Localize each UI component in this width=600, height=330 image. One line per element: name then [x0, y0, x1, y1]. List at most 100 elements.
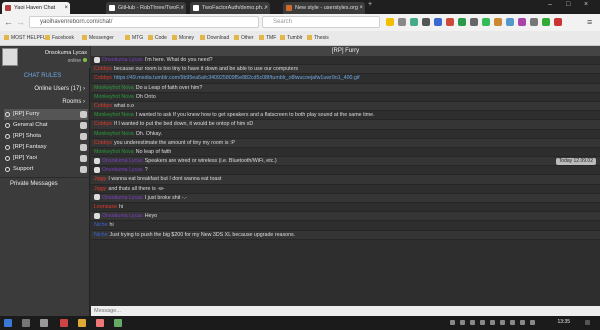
- bookmark-item[interactable]: Other: [234, 35, 254, 42]
- tab-github[interactable]: GitHub - RobThree/TwoF... ×: [106, 2, 186, 14]
- extension-icon[interactable]: [554, 18, 562, 26]
- bookmark-item[interactable]: MTG: [125, 35, 143, 42]
- close-tab-icon[interactable]: ×: [359, 2, 363, 14]
- extension-icon[interactable]: [530, 18, 538, 26]
- message-author[interactable]: Leonsaxe: [94, 204, 117, 210]
- extension-icon[interactable]: [506, 18, 514, 26]
- user-avatar-icon[interactable]: [94, 194, 100, 201]
- app-icon[interactable]: [114, 319, 122, 327]
- close-tab-icon[interactable]: ×: [180, 2, 184, 14]
- new-tab-icon[interactable]: +: [368, 1, 372, 8]
- tab-userstyles[interactable]: New style - userstyles.org ×: [283, 2, 365, 14]
- start-icon[interactable]: [4, 319, 12, 327]
- extension-icon[interactable]: [494, 18, 502, 26]
- library-icon[interactable]: [398, 18, 406, 26]
- message-author[interactable]: Monkeyhot Nova: [94, 112, 134, 118]
- close-tab-icon[interactable]: ×: [264, 2, 268, 14]
- message-author[interactable]: Cobbys: [94, 121, 112, 127]
- bookmark-item[interactable]: Facebook: [45, 35, 74, 42]
- message-author[interactable]: Monkeyhot Nova: [94, 85, 134, 91]
- message-author[interactable]: Onsokuma Lycas: [102, 57, 143, 63]
- message-link[interactable]: https://49.media.tumblr.com/9b95ea5afc34…: [114, 75, 360, 81]
- bookmark-item[interactable]: Money: [172, 35, 194, 42]
- tray-icon[interactable]: [490, 320, 495, 325]
- message-author[interactable]: Onsokuma Lycas: [102, 167, 143, 173]
- private-messages-link[interactable]: Private Messages: [0, 177, 90, 189]
- notification-icon[interactable]: [585, 320, 590, 325]
- message-author[interactable]: Onsokuma Lycas: [102, 158, 143, 164]
- tab-twofactorauth[interactable]: TwoFactorAuth/demo.ph... ×: [190, 2, 270, 14]
- message-author[interactable]: Monkeyhot Nova: [94, 131, 134, 137]
- bookmark-item[interactable]: Tumblr: [280, 35, 302, 42]
- tray-icon[interactable]: [460, 320, 465, 325]
- message-author[interactable]: Niche: [94, 222, 108, 228]
- rooms-toggle[interactable]: Rooms ›: [0, 96, 90, 108]
- message-author[interactable]: Onsokuma Lycas: [102, 213, 143, 219]
- message-author[interactable]: Cobbys: [94, 140, 112, 146]
- bookmark-item[interactable]: TMF: [259, 35, 276, 42]
- close-window-icon[interactable]: ×: [584, 1, 588, 8]
- bookmark-item[interactable]: Code: [148, 35, 167, 42]
- message-author[interactable]: Monkeyhot Nova: [94, 94, 134, 100]
- message-author[interactable]: Jiggy: [94, 186, 106, 192]
- room-icon: [80, 155, 87, 162]
- extension-icon[interactable]: [434, 18, 442, 26]
- folder-icon[interactable]: [78, 319, 86, 327]
- tray-icon[interactable]: [450, 320, 455, 325]
- search-icon[interactable]: [22, 319, 30, 327]
- chat-rules-link[interactable]: CHAT RULES: [0, 70, 90, 82]
- minimize-icon[interactable]: –: [548, 1, 552, 8]
- message-author[interactable]: Niche: [94, 232, 108, 238]
- close-tab-icon[interactable]: ×: [64, 2, 68, 14]
- task-view-icon[interactable]: [40, 319, 48, 327]
- search-bar[interactable]: Search: [262, 16, 380, 28]
- message-author[interactable]: Monkeyhot Nova: [94, 149, 134, 155]
- room-support[interactable]: Support: [4, 164, 88, 175]
- bookmark-item[interactable]: MOST HELPFUL: [4, 35, 49, 42]
- user-avatar-icon[interactable]: [94, 212, 100, 219]
- tray-icon[interactable]: [520, 320, 525, 325]
- app-icon[interactable]: [60, 319, 68, 327]
- url-bar[interactable]: yaoihavenreborn.com/chat/: [29, 16, 259, 28]
- room-rp-furry[interactable]: [RP] Furry: [4, 109, 88, 120]
- star-icon[interactable]: [386, 18, 394, 26]
- room-general-chat[interactable]: General Chat: [4, 120, 88, 131]
- tab-yaoi-haven-chat[interactable]: Yaoi Haven Chat ×: [2, 2, 70, 14]
- message-input[interactable]: [91, 306, 600, 316]
- extension-icon[interactable]: [542, 18, 550, 26]
- tray-icon[interactable]: [480, 320, 485, 325]
- home-icon[interactable]: [422, 18, 430, 26]
- user-avatar-icon[interactable]: [94, 157, 100, 164]
- user-avatar-icon[interactable]: [94, 56, 100, 63]
- bookmark-item[interactable]: Thesis: [307, 35, 329, 42]
- extension-icon[interactable]: [446, 18, 454, 26]
- avatar[interactable]: [2, 48, 18, 66]
- room-rp-yaoi[interactable]: [RP] Yaoi: [4, 153, 88, 164]
- message-author[interactable]: Jiggy: [94, 176, 106, 182]
- extension-icon[interactable]: [458, 18, 466, 26]
- message-author[interactable]: Cobbys: [94, 66, 112, 72]
- menu-icon[interactable]: ≡: [587, 17, 592, 27]
- room-rp-fantasy[interactable]: [RP] Fantasy: [4, 142, 88, 153]
- tray-icon[interactable]: [470, 320, 475, 325]
- tray-icon[interactable]: [530, 320, 535, 325]
- online-users-toggle[interactable]: Online Users (17) ›: [0, 83, 90, 95]
- message-author[interactable]: Cobbys: [94, 75, 112, 81]
- download-icon[interactable]: [410, 18, 418, 26]
- message-text: I wanted to ask If you knew how to get s…: [135, 112, 375, 119]
- back-icon[interactable]: ←: [4, 17, 13, 27]
- user-avatar-icon[interactable]: [94, 166, 100, 173]
- firefox-icon[interactable]: [96, 319, 104, 327]
- room-rp-shota[interactable]: [RP] Shota: [4, 131, 88, 142]
- forward-icon[interactable]: →: [16, 17, 25, 27]
- extension-icon[interactable]: [518, 18, 526, 26]
- maximize-icon[interactable]: □: [566, 1, 570, 8]
- tray-icon[interactable]: [510, 320, 515, 325]
- message-author[interactable]: Onsokuma Lycas: [102, 195, 143, 201]
- bookmark-item[interactable]: Download: [200, 35, 229, 42]
- bookmark-item[interactable]: Messenger: [82, 35, 114, 42]
- extension-icon[interactable]: [482, 18, 490, 26]
- extension-icon[interactable]: [470, 18, 478, 26]
- message-author[interactable]: Cobbys: [94, 103, 112, 109]
- tray-icon[interactable]: [500, 320, 505, 325]
